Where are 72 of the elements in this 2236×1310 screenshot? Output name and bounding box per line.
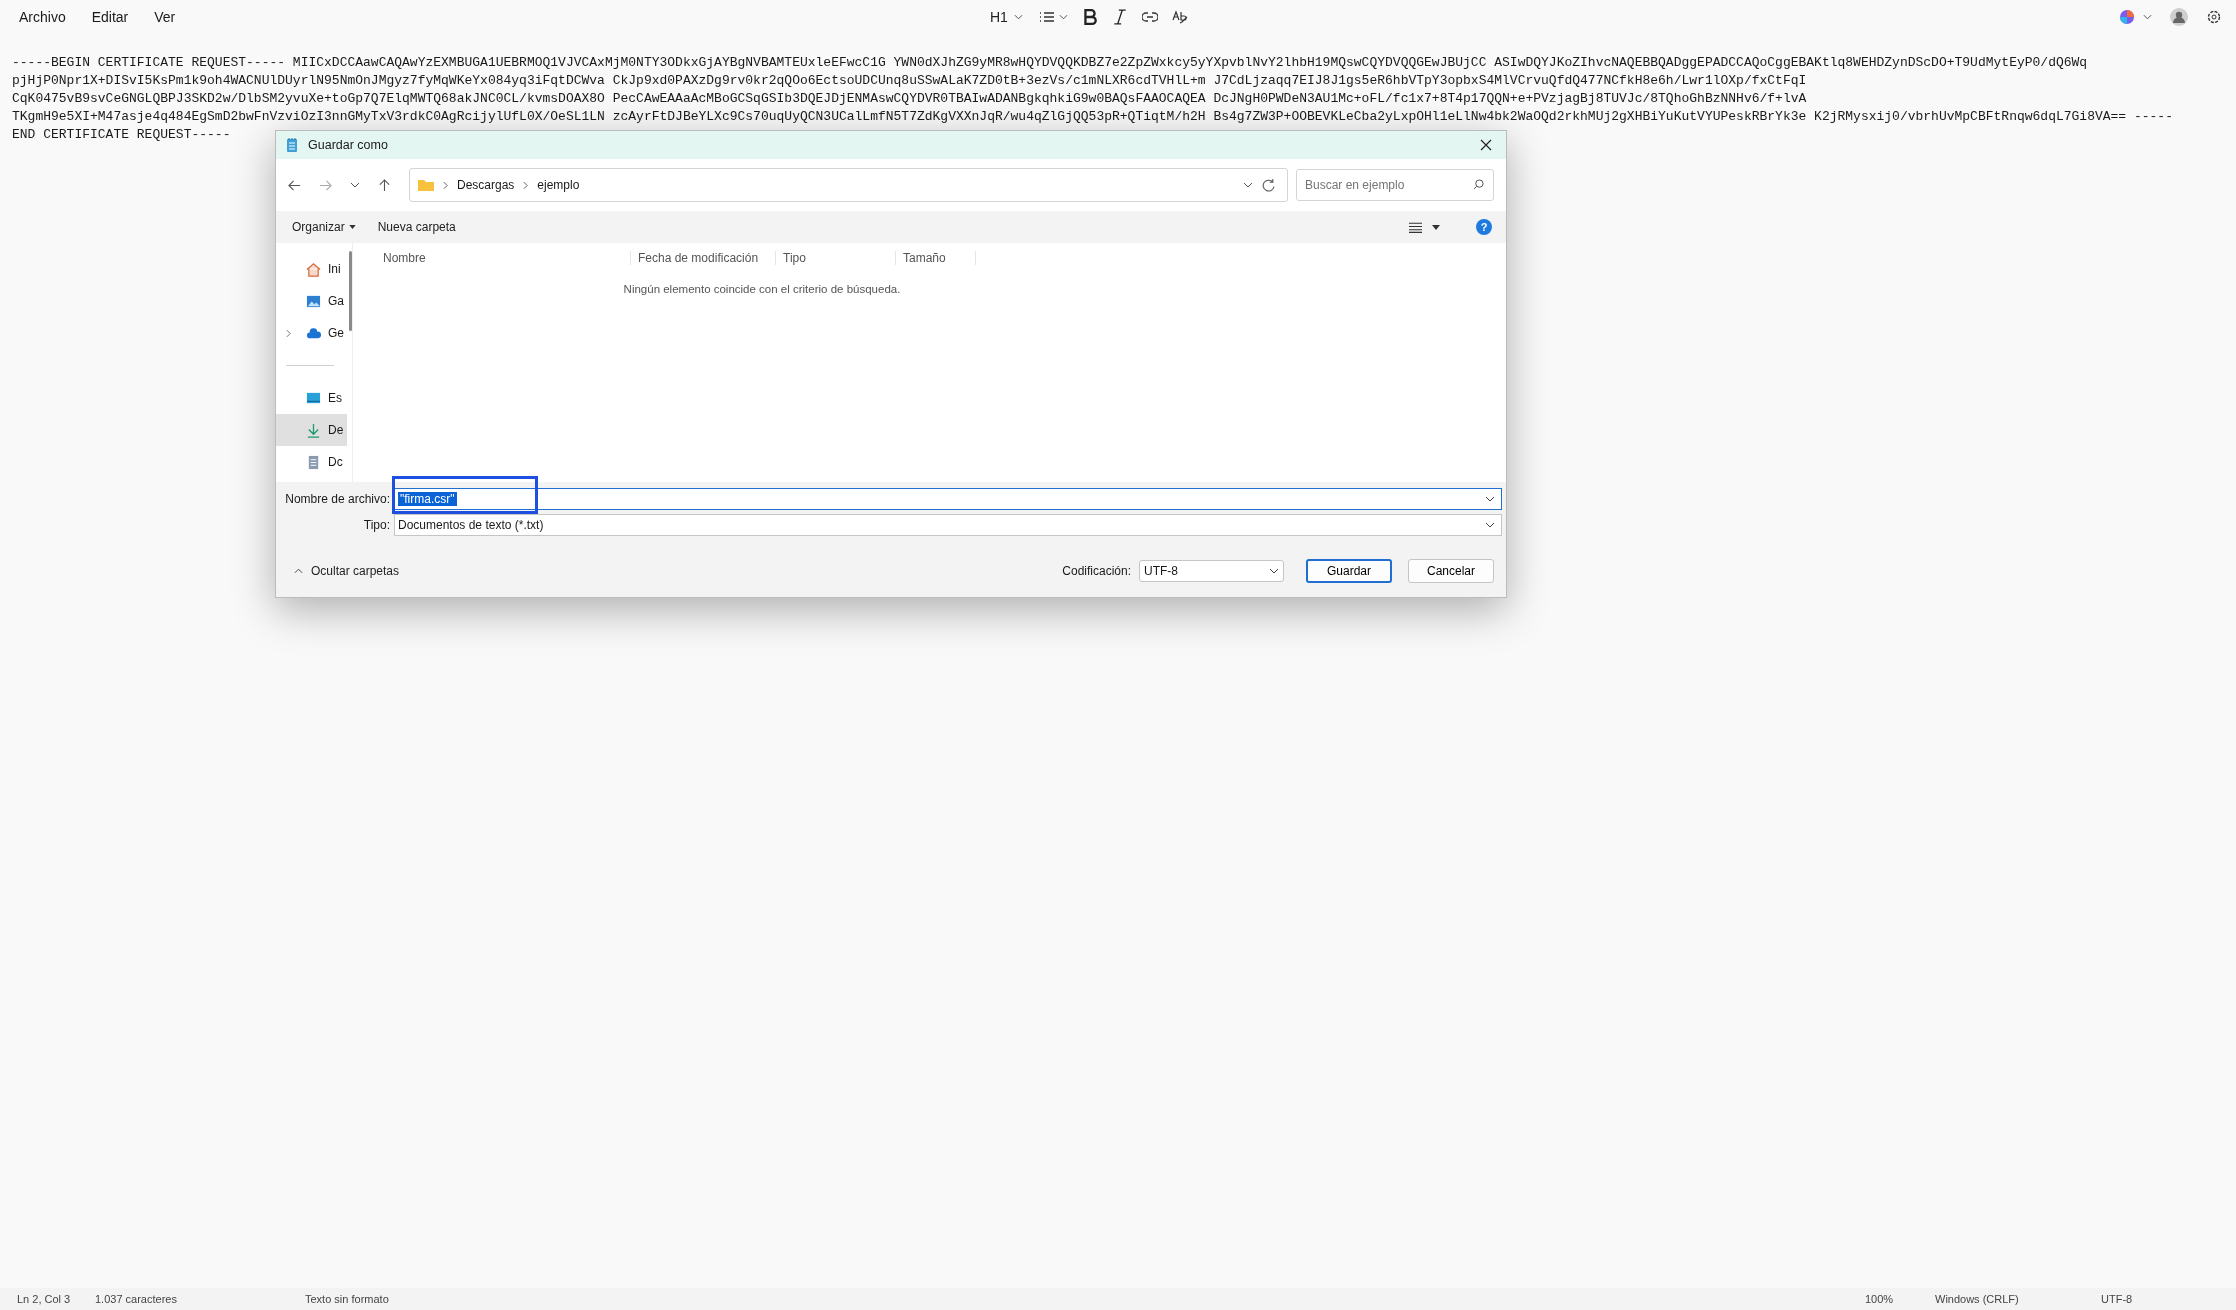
search-icon (1473, 179, 1484, 190)
column-header[interactable]: Nombre (361, 251, 631, 265)
status-item: Windows (CRLF) (1935, 1293, 2020, 1305)
caret-icon (348, 225, 356, 229)
bold-icon[interactable] (1081, 9, 1098, 25)
breadcrumb[interactable]: Descargas (457, 178, 515, 192)
status-item: 1.037 caracteres (95, 1293, 178, 1305)
link-icon[interactable] (1141, 9, 1158, 25)
nav-item[interactable]: De (276, 414, 347, 446)
filename-field[interactable]: "firma.csr" (394, 488, 1502, 510)
download-icon (306, 422, 321, 438)
chevron-icon (443, 180, 448, 190)
nav-item[interactable]: Ini (276, 253, 352, 285)
list-icon[interactable] (1038, 9, 1055, 25)
document-icon (306, 454, 321, 470)
view-icon[interactable] (1409, 220, 1422, 234)
status-item: Ln 2, Col 3 (17, 1293, 72, 1305)
caret-icon[interactable] (1243, 182, 1253, 188)
status-item: 100% (1865, 1293, 1895, 1305)
caret-icon[interactable] (350, 182, 360, 188)
refresh-icon[interactable] (1262, 178, 1275, 192)
column-header[interactable]: Tamaño (896, 251, 976, 265)
avatar-icon[interactable] (2170, 8, 2188, 26)
heading-button[interactable]: H1 (988, 7, 1025, 27)
empty-message: Ningún elemento coincide con el criterio de búsqueda. (622, 283, 902, 295)
caret-icon[interactable] (1432, 224, 1440, 230)
home-icon (306, 261, 321, 277)
field-label: Tipo: (362, 518, 391, 532)
save-button[interactable]: Guardar (1306, 559, 1392, 583)
folder-icon (418, 179, 434, 191)
status-item: UTF-8 (2101, 1293, 2134, 1305)
search-field[interactable]: Buscar en ejemplo (1296, 169, 1494, 201)
type-dropdown[interactable]: Documentos de texto (*.txt) (394, 514, 1502, 536)
breadcrumb[interactable]: ejemplo (537, 178, 580, 192)
column-header[interactable]: Fecha de modificación (631, 251, 776, 265)
italic-icon[interactable] (1111, 9, 1128, 25)
nav-item[interactable]: Ga (276, 285, 352, 317)
chevron-icon[interactable] (286, 328, 291, 338)
cloud-icon (306, 325, 321, 341)
help-button[interactable]: ? (1476, 219, 1492, 235)
column-header[interactable]: Tipo (776, 251, 896, 265)
spellcheck-icon[interactable] (1171, 9, 1188, 25)
nav-item[interactable]: Es (276, 382, 352, 414)
up-icon[interactable] (378, 178, 391, 192)
image-icon (306, 293, 321, 309)
caret-icon[interactable] (1485, 496, 1495, 502)
chevron-icon (523, 180, 529, 190)
menu-item[interactable]: Ver (143, 5, 187, 29)
organize-button[interactable]: Organizar (292, 218, 356, 236)
close-icon[interactable] (1480, 139, 1492, 151)
caret-icon (294, 568, 303, 574)
encoding-dropdown[interactable]: UTF-8 (1139, 560, 1284, 582)
menu-item[interactable]: Archivo (8, 5, 77, 29)
desktop-icon (306, 390, 321, 406)
caret-icon[interactable] (1269, 568, 1279, 574)
settings-icon[interactable] (2206, 9, 2222, 25)
status-item: Texto sin formato (305, 1293, 390, 1305)
dialog-title: Guardar como (308, 138, 388, 152)
encoding-label: Codificación: (1062, 564, 1131, 578)
caret-icon (1013, 14, 1023, 20)
copilot-icon[interactable] (2119, 9, 2135, 25)
back-icon[interactable] (288, 178, 301, 192)
nav-item[interactable]: Ge (276, 317, 352, 349)
caret-icon[interactable] (1485, 522, 1495, 528)
hide-folders-button[interactable]: Ocultar carpetas (288, 563, 406, 579)
menu-item[interactable]: Editar (80, 5, 140, 29)
notepad-icon (286, 137, 298, 153)
nav-item[interactable]: Dc (276, 446, 352, 478)
address-bar[interactable]: Descargas ejemplo (409, 168, 1288, 202)
new-folder-button[interactable]: Nueva carpeta (377, 218, 456, 236)
cancel-button[interactable]: Cancelar (1408, 559, 1494, 583)
field-label: Nombre de archivo: (284, 492, 391, 506)
